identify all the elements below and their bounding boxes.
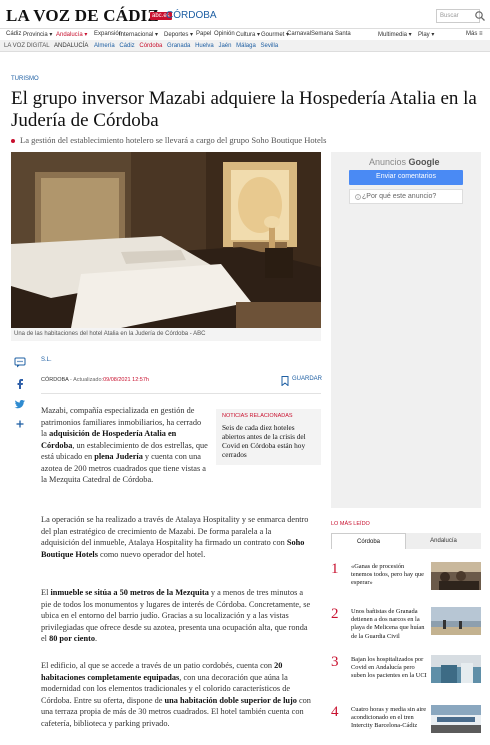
nav-item[interactable]: Papel <box>196 31 211 37</box>
most-read-item[interactable]: 2 Unos bañistas de Granada detienen a do… <box>331 606 481 646</box>
why-this-ad-button[interactable]: ¿Por qué este anuncio? <box>349 189 463 204</box>
subtitle-text: La gestión del establecimiento hotelero … <box>20 135 327 145</box>
tab-andalucia[interactable]: Andalucía <box>406 533 481 549</box>
city-link[interactable]: Granada <box>167 43 190 49</box>
most-read-item[interactable]: 1 «Ganas de procesión tenemos todos, per… <box>331 561 481 601</box>
most-read-headline[interactable]: Bajan los hospitalizados por Covid en An… <box>351 656 427 681</box>
most-read-headline[interactable]: «Ganas de procesión tenemos todos, pero … <box>351 563 427 588</box>
nav-item[interactable]: Provincia ▾ <box>23 31 52 38</box>
voz-digital-tag[interactable]: LA VOZ DIGITAL <box>4 43 50 49</box>
nav-item[interactable]: Gourmet ▾ <box>261 31 289 38</box>
article-subtitle: La gestión del establecimiento hotelero … <box>11 135 431 145</box>
bullet-icon <box>11 139 15 144</box>
thumbnail[interactable] <box>431 655 481 683</box>
text-run: El edificio, al que se accede a través d… <box>41 661 275 670</box>
city-link[interactable]: Málaga <box>236 43 256 49</box>
ad-container: Anuncios Google Enviar comentarios ¿Por … <box>331 152 481 508</box>
city-link[interactable]: Huelva <box>195 43 214 49</box>
text-run: como nuevo operador del hotel. <box>97 549 206 559</box>
nav-item[interactable]: Carnaval <box>287 31 311 37</box>
search-icon[interactable] <box>474 10 486 22</box>
rank-number: 3 <box>331 654 339 670</box>
city-link[interactable]: Almería <box>94 43 115 49</box>
rank-number: 4 <box>331 704 339 720</box>
meta-date: 09/08/2021 12:57h <box>103 377 149 383</box>
related-news-box[interactable]: NOTICIAS RELACIONADAS Seis de cada diez … <box>216 409 321 465</box>
city-link[interactable]: Córdoba <box>139 43 162 49</box>
city-link[interactable]: Cádiz <box>119 43 134 49</box>
related-news-link[interactable]: Seis de cada diez hoteles abiertos antes… <box>222 423 315 459</box>
save-button[interactable]: GUARDAR <box>292 376 322 382</box>
most-read-item[interactable]: 3 Bajan los hospitalizados por Covid en … <box>331 654 481 694</box>
nav-item[interactable]: Internacional ▾ <box>119 31 158 38</box>
nav-item[interactable]: Multimedia ▾ <box>378 31 412 38</box>
photo-caption: Una de las habitaciones del hotel Atalia… <box>11 328 321 341</box>
thumbnail[interactable] <box>431 562 481 590</box>
thumbnail[interactable] <box>431 607 481 635</box>
edition-label[interactable]: CÓRDOBA <box>166 10 217 21</box>
nav-item[interactable]: Play ▾ <box>418 31 434 38</box>
ad-label: Anuncios Google <box>369 157 440 167</box>
article-headline: El grupo inversor Mazabi adquiere la Hos… <box>11 88 477 131</box>
nav-more-button[interactable]: Más ≡ <box>466 31 483 37</box>
nav-item[interactable]: Deportes ▾ <box>164 31 193 38</box>
text-run: . <box>95 634 98 643</box>
article-photo[interactable] <box>11 152 321 328</box>
most-read-title: LO MÁS LEÍDO <box>331 521 370 527</box>
text-run-bold: 80 por ciento <box>49 634 95 643</box>
most-read-item[interactable]: 4 Cuatro horas y media sin aire acondici… <box>331 704 481 744</box>
text-run-bold: inmueble se sitúa a 50 metros de la Mezq… <box>50 588 209 597</box>
most-read-headline[interactable]: Unos bañistas de Granada detienen a dos … <box>351 608 427 641</box>
text-run-bold: una habitación doble superior de lujo <box>164 695 297 705</box>
city-link[interactable]: Jaén <box>218 43 231 49</box>
section-tag[interactable]: TURISMO <box>11 76 39 82</box>
city-link[interactable]: Sevilla <box>260 43 278 49</box>
twitter-icon[interactable] <box>14 398 26 410</box>
paragraph: Mazabi, compañía especializada en gestió… <box>41 405 209 486</box>
text-run-bold: plena Judería <box>94 452 143 461</box>
paragraph: La operación se ha realizado a través de… <box>41 514 311 560</box>
andalucia-tag[interactable]: ANDALUCÍA <box>54 43 88 49</box>
primary-nav: Cádiz Provincia ▾ Andalucía ▾ Expansión … <box>0 28 490 40</box>
nav-item[interactable]: Expansión <box>94 31 122 37</box>
paragraph: El inmueble se sitúa a 50 metros de la M… <box>41 587 311 645</box>
nav-item[interactable]: Cultura ▾ <box>236 31 260 38</box>
nav-item[interactable]: Andalucía ▾ <box>56 31 87 38</box>
most-read-tabs: Córdoba Andalucía <box>331 533 481 549</box>
text-run: La operación se ha realizado a través de… <box>41 515 309 547</box>
meta-updated-label: Actualizado: <box>73 377 104 383</box>
comments-icon[interactable] <box>14 356 26 368</box>
ad-label-prefix: Anuncios <box>369 157 407 167</box>
city-links: Almería Cádiz Córdoba Granada Huelva Jaé… <box>94 43 281 49</box>
nav-item[interactable]: Semana Santa <box>311 31 351 37</box>
facebook-icon[interactable] <box>14 377 26 389</box>
thumbnail[interactable] <box>431 705 481 733</box>
meta-location: CÓRDOBA <box>41 377 69 383</box>
tab-cordoba[interactable]: Córdoba <box>331 533 406 549</box>
paragraph: El edificio, al que se accede a través d… <box>41 660 311 729</box>
bookmark-icon[interactable] <box>281 376 289 386</box>
rank-number: 2 <box>331 606 339 622</box>
nav-item[interactable]: Cádiz <box>6 31 21 37</box>
rank-number: 1 <box>331 561 339 577</box>
send-feedback-button[interactable]: Enviar comentarios <box>349 170 463 185</box>
site-logo[interactable]: LA VOZ DE CÁDIZ <box>6 6 159 26</box>
plus-icon[interactable] <box>14 418 26 430</box>
google-logo: Google <box>408 157 440 167</box>
divider <box>41 393 321 394</box>
related-news-title: NOTICIAS RELACIONADAS <box>222 413 293 419</box>
masthead: LA VOZ DE CÁDIZ abc.es CÓRDOBA Buscar <box>0 0 490 28</box>
info-icon <box>355 194 361 200</box>
most-read-headline[interactable]: Cuatro horas y media sin aire acondicion… <box>351 706 427 731</box>
secondary-nav: LA VOZ DIGITAL ANDALUCÍA Almería Cádiz C… <box>0 40 490 52</box>
article-meta: CÓRDOBA - Actualizado:09/08/2021 12:57h <box>41 377 149 383</box>
why-this-ad-label: ¿Por qué este anuncio? <box>362 193 437 200</box>
nav-item[interactable]: Opinión <box>214 31 235 37</box>
author-name[interactable]: S.L. <box>41 357 52 363</box>
